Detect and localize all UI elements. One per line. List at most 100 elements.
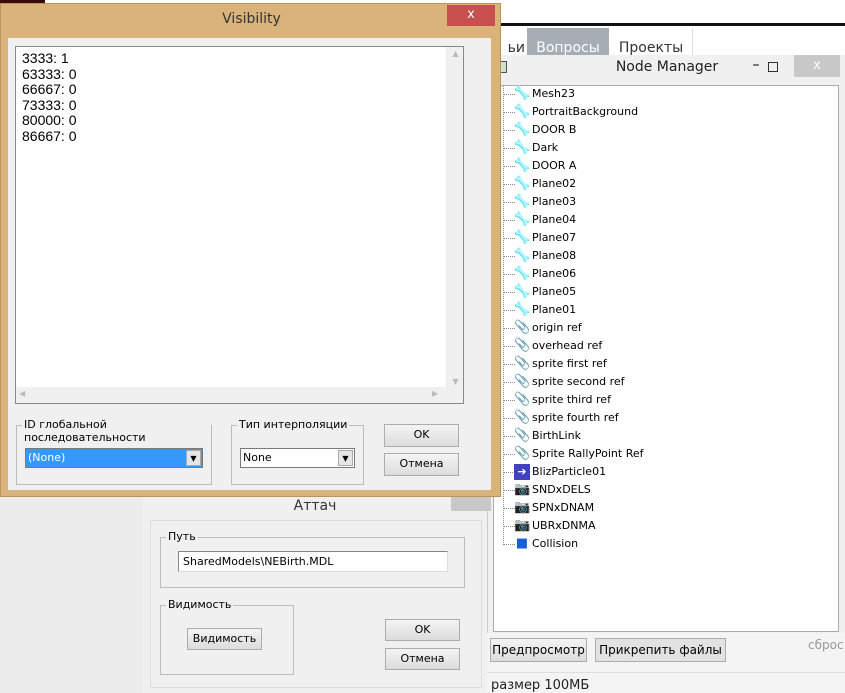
bone-icon: 🦴 (514, 140, 531, 155)
bone-icon: 🦴 (514, 104, 531, 119)
keyframe-textarea[interactable]: 3333: 1 63333: 0 66667: 0 73333: 0 80000: 08… (15, 46, 464, 404)
tree-node-label: SPNxDNAM (532, 501, 595, 514)
visibility-group-label: Видимость (166, 598, 234, 611)
keyframe-line: 80000: 0 (22, 112, 77, 128)
tree-node-label: sprite fourth ref (532, 411, 619, 424)
paperclip-icon: 📎 (514, 428, 531, 443)
interpolation-group: Тип интерполяции None ▼ (231, 418, 364, 485)
cube-icon: ■ (515, 536, 529, 551)
tree-node[interactable]: 📎 sprite fourth ref (494, 409, 838, 427)
paperclip-icon: 📎 (514, 446, 531, 461)
tree-node-label: Collision (532, 537, 579, 550)
tree-node[interactable]: 🦴 PortraitBackground (494, 103, 838, 121)
minimize-button[interactable]: – (746, 57, 766, 73)
interpolation-value: None (243, 451, 272, 464)
tree-node-label: Sprite RallyPoint Ref (532, 447, 644, 460)
paperclip-icon: 📎 (514, 356, 531, 371)
paperclip-icon: 📎 (514, 410, 531, 425)
visibility-client: 3333: 1 63333: 0 66667: 0 73333: 0 80000: 08… (8, 38, 491, 490)
visibility-cancel-button[interactable]: Отмена (384, 453, 459, 476)
tree-node[interactable]: 🦴 Plane05 (494, 283, 838, 301)
vertical-scrollbar[interactable]: ▲ ▼ (446, 47, 463, 388)
tab-projects[interactable]: Проекты (610, 28, 693, 56)
tree-node[interactable]: 🦴 Plane01 (494, 301, 838, 319)
bone-icon: 🦴 (514, 86, 531, 101)
tab-questions[interactable]: Вопросы (527, 28, 609, 56)
bone-icon: 🦴 (514, 158, 531, 173)
keyframe-line: 3333: 1 (22, 50, 69, 66)
close-button[interactable]: x (794, 55, 840, 77)
tree-node[interactable]: 📎 overhead ref (494, 337, 838, 355)
tree-node[interactable]: 📷 SNDxDELS (494, 481, 838, 499)
tree-node-label: Plane01 (532, 303, 577, 316)
tree-node[interactable]: 🦴 Plane02 (494, 175, 838, 193)
reset-link[interactable]: сброс (808, 638, 844, 652)
tree-node[interactable]: 📎 sprite third ref (494, 391, 838, 409)
tree-node-label: Plane07 (532, 231, 577, 244)
tree-node-label: PortraitBackground (532, 105, 639, 118)
visibility-close-button[interactable]: x (447, 5, 495, 26)
tree-node[interactable]: 🦴 Plane03 (494, 193, 838, 211)
tree-node-label: Mesh23 (532, 87, 575, 100)
tree-node[interactable]: 📎 origin ref (494, 319, 838, 337)
scroll-right-icon[interactable]: ▶ (432, 389, 438, 398)
tree-node[interactable]: 📎 sprite second ref (494, 373, 838, 391)
node-tree[interactable]: 🦴 Mesh23 🦴 PortraitBackground 🦴 DOOR B 🦴 Dark 🦴 D… (493, 85, 839, 632)
bone-icon: 🦴 (514, 176, 531, 191)
tree-node[interactable]: 🦴 Mesh23 (494, 85, 838, 103)
bone-icon: 🦴 (514, 302, 531, 317)
tree-node-label: sprite third ref (532, 393, 611, 406)
camera-icon: 📷 (514, 518, 531, 533)
camera-icon: 📷 (514, 482, 531, 497)
keyframe-line: 86667: 0 (22, 127, 77, 144)
horizontal-scrollbar[interactable]: ◀ ▶ (16, 387, 463, 403)
paperclip-icon: 📎 (514, 320, 531, 335)
attach-dialog: Аттач Путь SharedModels\NEBirth.MDL Види… (143, 493, 491, 693)
bone-icon: 🦴 (514, 212, 531, 227)
tree-node[interactable]: 📎 Sprite RallyPoint Ref (494, 445, 838, 463)
chevron-down-icon[interactable]: ▼ (338, 450, 353, 466)
path-input[interactable]: SharedModels\NEBirth.MDL (178, 551, 448, 572)
tree-node[interactable]: 🦴 DOOR B (494, 121, 838, 139)
maximize-button[interactable] (768, 62, 778, 72)
tree-node[interactable]: 📷 SPNxDNAM (494, 499, 838, 517)
tree-node[interactable]: 🦴 Plane04 (494, 211, 838, 229)
scroll-up-icon[interactable]: ▲ (447, 49, 464, 58)
tree-node-label: DOOR A (532, 159, 577, 172)
paperclip-icon: 📎 (514, 338, 531, 353)
keyframe-line: 73333: 0 (22, 96, 77, 113)
tree-node-label: sprite second ref (532, 375, 625, 388)
bone-icon: 🦴 (514, 284, 531, 299)
paperclip-icon: 📎 (514, 392, 531, 407)
scroll-down-icon[interactable]: ▼ (447, 377, 464, 386)
tree-node-label: UBRxDNMA (532, 519, 596, 532)
tree-node[interactable]: 📎 sprite first ref (494, 355, 838, 373)
tree-node[interactable]: 🦴 Plane08 (494, 247, 838, 265)
tree-node[interactable]: 🦴 Plane06 (494, 265, 838, 283)
tree-node-label: Plane05 (532, 285, 577, 298)
tree-node[interactable]: 📎 BirthLink (494, 427, 838, 445)
tree-node[interactable]: 🦴 Plane07 (494, 229, 838, 247)
interpolation-select[interactable]: None ▼ (240, 448, 355, 468)
camera-icon: 📷 (514, 500, 531, 515)
attach-ok-button[interactable]: OK (385, 619, 460, 641)
chevron-down-icon[interactable]: ▼ (186, 450, 201, 466)
global-sequence-select[interactable]: (None) ▼ (25, 448, 203, 468)
scroll-left-icon[interactable]: ◀ (19, 389, 25, 398)
tree-node-label: Plane04 (532, 213, 577, 226)
tree-node[interactable]: ➔ BlizParticle01 (494, 463, 838, 481)
visibility-ok-button[interactable]: OK (384, 424, 459, 447)
tree-node[interactable]: 📷 UBRxDNMA (494, 517, 838, 535)
paperclip-icon: 📎 (514, 374, 531, 389)
attach-cancel-button[interactable]: Отмена (385, 648, 460, 670)
attach-files-button[interactable]: Прикрепить файлы (595, 638, 726, 662)
bone-icon: 🦴 (514, 122, 531, 137)
tree-node-label: Plane08 (532, 249, 577, 262)
tree-node[interactable]: ■ Collision (494, 535, 838, 553)
tree-node-label: overhead ref (532, 339, 603, 352)
preview-button[interactable]: Предпросмотр (490, 638, 587, 662)
bone-icon: 🦴 (514, 266, 531, 281)
visibility-button[interactable]: Видимость (187, 628, 262, 650)
tree-node[interactable]: 🦴 Dark (494, 139, 838, 157)
tree-node[interactable]: 🦴 DOOR A (494, 157, 838, 175)
